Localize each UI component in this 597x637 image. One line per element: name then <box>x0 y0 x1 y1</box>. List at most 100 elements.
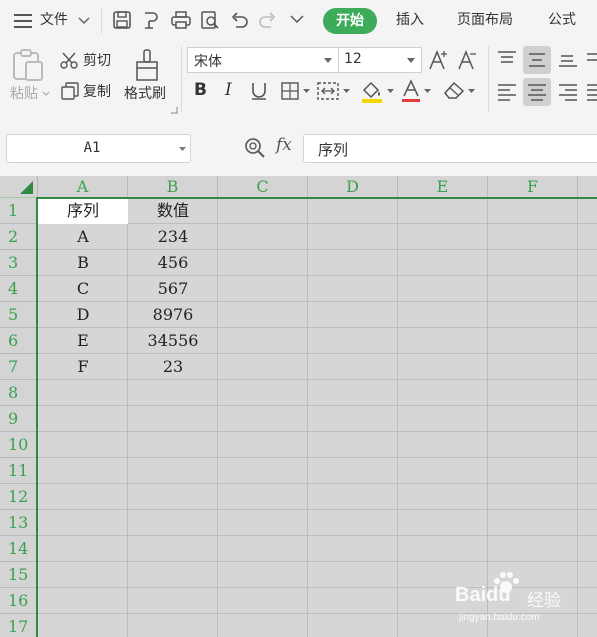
chevron-down-icon[interactable] <box>468 89 475 94</box>
name-box[interactable]: A1 <box>6 134 191 163</box>
cell-b3[interactable]: 456 <box>128 250 218 276</box>
cell-a6[interactable]: E <box>38 328 128 354</box>
underline-icon[interactable] <box>250 81 268 101</box>
fill-color-icon[interactable] <box>360 79 384 103</box>
eraser-icon[interactable] <box>442 80 466 100</box>
cell-b5[interactable]: 8976 <box>128 302 218 328</box>
row-header-4[interactable]: 4 <box>0 276 36 302</box>
align-bottom-icon[interactable] <box>557 48 579 70</box>
chevron-down-icon[interactable] <box>424 89 431 94</box>
chevron-down-icon[interactable] <box>78 17 90 25</box>
row-header-1[interactable]: 1 <box>0 198 36 224</box>
cut-button[interactable]: 剪切 <box>83 51 111 71</box>
more-align-icon[interactable] <box>587 48 597 70</box>
column-header-a[interactable]: A <box>38 176 128 198</box>
save-icon[interactable] <box>113 11 131 29</box>
divider <box>101 8 102 34</box>
file-menu[interactable]: 文件 <box>40 10 68 30</box>
align-top-icon[interactable] <box>496 48 518 70</box>
select-all-corner[interactable] <box>0 176 38 198</box>
row-header-13[interactable]: 13 <box>0 510 36 536</box>
spreadsheet-grid[interactable]: A B C D E F 1 2 3 4 5 6 7 8 9 10 11 12 1… <box>0 176 597 637</box>
column-header-e[interactable]: E <box>398 176 488 198</box>
row-header-9[interactable]: 9 <box>0 406 36 432</box>
cell-b7[interactable]: 23 <box>128 354 218 380</box>
row-header-14[interactable]: 14 <box>0 536 36 562</box>
chevron-down-icon[interactable] <box>343 89 350 94</box>
row-header-15[interactable]: 15 <box>0 562 36 588</box>
font-name-select[interactable]: 宋体 <box>187 47 339 73</box>
tab-start[interactable]: 开始 <box>323 8 377 34</box>
font-color-icon[interactable] <box>401 79 421 103</box>
cell-a7[interactable]: F <box>38 354 128 380</box>
gridline <box>36 535 597 536</box>
row-header-7[interactable]: 7 <box>0 354 36 380</box>
export-pdf-icon[interactable] <box>142 10 162 30</box>
chevron-down-icon[interactable] <box>42 91 50 97</box>
align-left-icon[interactable] <box>496 81 518 103</box>
cell-b1[interactable]: 数值 <box>128 198 218 224</box>
cell-a3[interactable]: B <box>38 250 128 276</box>
cell-b4[interactable]: 567 <box>128 276 218 302</box>
paste-button[interactable]: 粘贴 <box>10 84 38 104</box>
bold-button[interactable]: B <box>194 80 207 100</box>
copy-icon[interactable] <box>61 82 79 100</box>
formula-input[interactable]: 序列 <box>303 134 597 163</box>
column-header-g[interactable] <box>578 176 597 198</box>
undo-icon[interactable] <box>230 11 248 29</box>
cell-b6[interactable]: 34556 <box>128 328 218 354</box>
align-right-icon[interactable] <box>557 81 579 103</box>
tab-formulas[interactable]: 公式 <box>548 10 576 30</box>
row-header-17[interactable]: 17 <box>0 614 36 637</box>
column-header-c[interactable]: C <box>218 176 308 198</box>
cell-a1[interactable]: 序列 <box>38 198 128 224</box>
decrease-font-size-icon[interactable] <box>457 49 479 71</box>
column-header-d[interactable]: D <box>308 176 398 198</box>
chevron-down-icon[interactable] <box>303 89 310 94</box>
zoom-search-icon[interactable] <box>244 137 266 159</box>
italic-button[interactable]: I <box>225 80 232 100</box>
formula-bar: A1 fx 序列 <box>0 118 597 176</box>
row-header-11[interactable]: 11 <box>0 458 36 484</box>
redo-icon[interactable] <box>259 11 277 29</box>
column-header-f[interactable]: F <box>488 176 578 198</box>
row-header-6[interactable]: 6 <box>0 328 36 354</box>
cell-a5[interactable]: D <box>38 302 128 328</box>
cell-a4[interactable]: C <box>38 276 128 302</box>
scissors-icon[interactable] <box>60 51 78 69</box>
borders-icon[interactable] <box>281 82 299 100</box>
paste-icon[interactable] <box>12 48 44 82</box>
tab-page-layout[interactable]: 页面布局 <box>457 10 513 30</box>
chevron-down-icon[interactable] <box>387 89 394 94</box>
row-header-8[interactable]: 8 <box>0 380 36 406</box>
row-header-10[interactable]: 10 <box>0 432 36 458</box>
hamburger-menu-icon[interactable] <box>14 13 32 29</box>
align-middle-icon <box>529 53 545 67</box>
fx-icon[interactable]: fx <box>276 135 292 155</box>
chevron-down-icon <box>407 58 415 63</box>
cell-b2[interactable]: 234 <box>128 224 218 250</box>
merge-cells-icon[interactable] <box>317 82 339 100</box>
row-header-2[interactable]: 2 <box>0 224 36 250</box>
format-painter-button[interactable]: 格式刷 <box>124 84 166 104</box>
print-preview-icon[interactable] <box>200 10 220 30</box>
align-middle-button[interactable] <box>523 46 551 74</box>
format-painter-icon[interactable] <box>133 48 161 82</box>
row-header-3[interactable]: 3 <box>0 250 36 276</box>
increase-font-size-icon[interactable] <box>428 49 450 71</box>
cell-a2[interactable]: A <box>38 224 128 250</box>
align-center-button[interactable] <box>523 78 551 106</box>
quick-access-dropdown-icon[interactable] <box>290 15 304 25</box>
gridline <box>36 431 597 432</box>
column-header-b[interactable]: B <box>128 176 218 198</box>
tab-insert[interactable]: 插入 <box>396 10 424 30</box>
row-header-12[interactable]: 12 <box>0 484 36 510</box>
watermark-url: jingyan.baidu.com <box>459 612 540 623</box>
font-size-select[interactable]: 12 <box>338 47 422 73</box>
print-icon[interactable] <box>171 10 191 30</box>
row-header-5[interactable]: 5 <box>0 302 36 328</box>
row-header-16[interactable]: 16 <box>0 588 36 614</box>
copy-button[interactable]: 复制 <box>83 82 111 102</box>
justify-icon[interactable] <box>587 81 597 103</box>
dialog-launcher-icon[interactable] <box>170 106 178 114</box>
